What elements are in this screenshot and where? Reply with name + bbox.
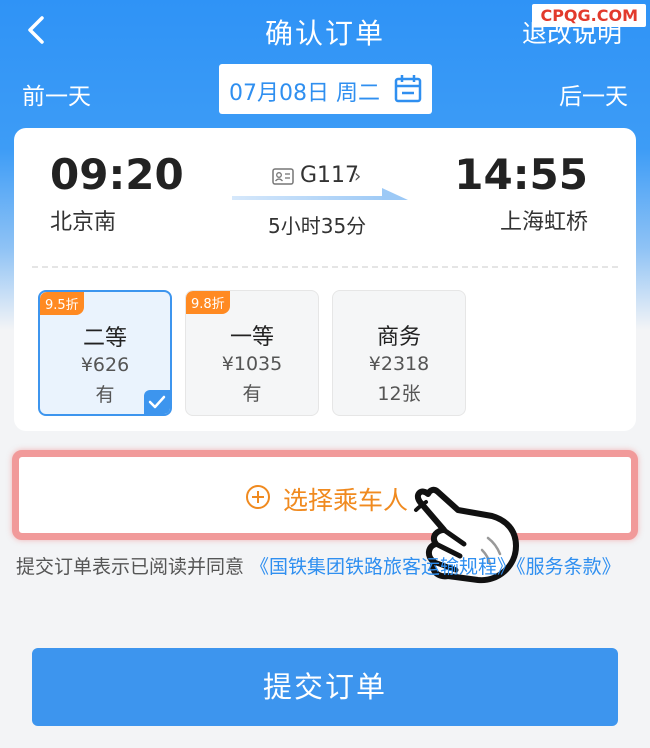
service-terms-link[interactable]: 《服务条款》 (516, 556, 621, 578)
discount-badge: 9.8折 (186, 291, 230, 314)
departure-station: 北京南 (50, 210, 117, 235)
date-selector: 前一天 07月08日 周二 后一天 (0, 64, 650, 116)
header: 确认订单 退改说明 CPQG.COM (0, 0, 650, 62)
train-info-card: 09:20 北京南 G117 › 5小时35分 14:55 上海虹桥 9.5折 … (14, 128, 636, 431)
prev-day-button[interactable]: 前一天 (22, 77, 91, 111)
seat-option-first-class[interactable]: 9.8折 一等 ¥1035 有 (185, 290, 319, 416)
seat-option-business-class[interactable]: 商务 ¥2318 12张 (332, 290, 466, 416)
railway-rules-link[interactable]: 《国铁集团铁路旅客运输规程》 (250, 556, 516, 578)
dashed-divider (32, 266, 618, 268)
seat-price: ¥626 (80, 354, 130, 376)
seat-class-name: 二等 (82, 326, 127, 351)
seat-option-second-class[interactable]: 9.5折 二等 ¥626 有 (38, 290, 172, 416)
seat-availability: 有 (242, 383, 262, 405)
calendar-icon (394, 75, 422, 103)
submit-order-button[interactable]: 提交订单 (32, 648, 618, 726)
agreement-text: 提交订单表示已阅读并同意 《国铁集团铁路旅客运输规程》《服务条款》 (16, 548, 626, 586)
departure-time: 09:20 (50, 150, 184, 199)
agreement-prefix: 提交订单表示已阅读并同意 (16, 556, 251, 578)
arrival-station: 上海虹桥 (499, 210, 588, 235)
train-number-link[interactable]: G117 (300, 163, 359, 188)
arrival-time: 14:55 (454, 150, 588, 199)
seat-availability: 12张 (377, 383, 421, 405)
travel-duration: 5小时35分 (268, 214, 367, 238)
add-circle-icon (246, 485, 270, 509)
discount-badge: 9.5折 (40, 292, 84, 315)
watermark: CPQG.COM (532, 4, 646, 27)
id-card-icon (272, 168, 294, 185)
seat-class-name: 商务 (376, 325, 421, 350)
checkmark-icon (144, 390, 170, 414)
seat-price: ¥2318 (368, 353, 430, 375)
select-passenger-label: 选择乘车人 (283, 486, 409, 515)
chevron-right-icon: › (354, 166, 362, 187)
select-passenger-button[interactable]: 选择乘车人 (12, 450, 638, 540)
seat-price: ¥1035 (221, 353, 283, 375)
date-label: 07月08日 周二 (229, 81, 380, 106)
seat-class-name: 一等 (229, 325, 274, 350)
next-day-button[interactable]: 后一天 (559, 77, 628, 111)
route-arrow-icon (232, 188, 408, 200)
date-picker[interactable]: 07月08日 周二 (219, 64, 432, 114)
